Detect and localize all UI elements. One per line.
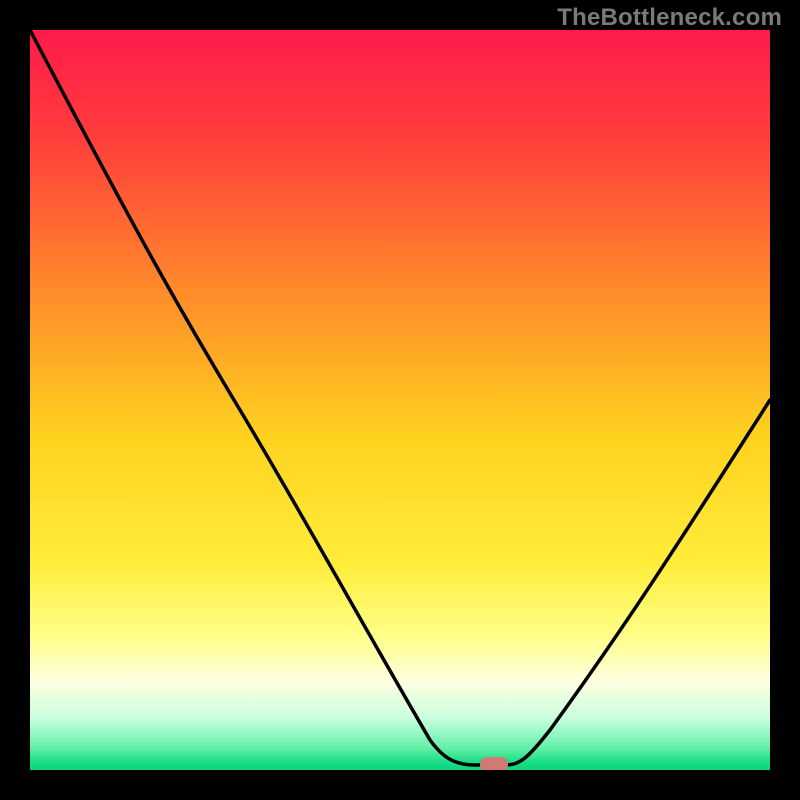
curve-svg [30,30,770,770]
watermark-text: TheBottleneck.com [557,4,782,32]
plot-area [30,30,770,770]
bottleneck-curve [30,30,770,765]
chart-container: TheBottleneck.com [0,0,800,800]
minimum-marker [480,757,508,770]
